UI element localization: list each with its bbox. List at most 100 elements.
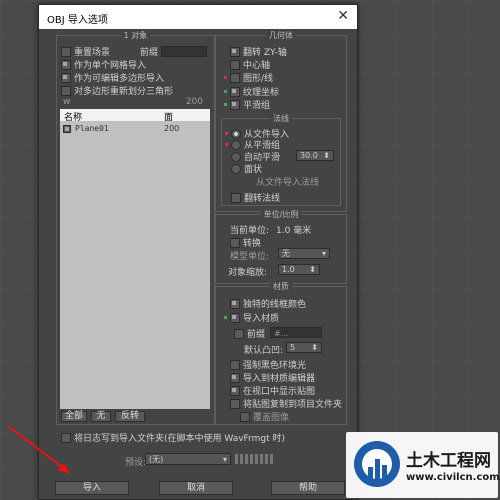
preset-label: 预设: — [125, 458, 147, 468]
import-normals-note: 从文件导入法线 — [256, 178, 320, 188]
copy-maps-box[interactable] — [230, 398, 240, 409]
copy-maps-checkbox[interactable]: 将贴图复制到项目文件夹 — [230, 397, 342, 410]
auto-smooth-spinner[interactable]: 30.0 ⬍ — [296, 150, 334, 161]
texture-coords-box[interactable] — [230, 86, 240, 97]
select-invert-button[interactable]: 反转 — [115, 411, 145, 422]
show-maps-viewport-checkbox[interactable]: 在视口中显示贴图 — [230, 384, 315, 397]
green-indicator — [224, 103, 227, 106]
force-black-ambient-label: 强制黑色环境光 — [243, 361, 307, 371]
flip-zy-box[interactable] — [230, 46, 240, 57]
import-materials-label: 导入材质 — [243, 314, 280, 324]
faceted-label: 面状 — [244, 165, 263, 175]
flip-normals-checkbox[interactable]: 翻转法线 — [231, 191, 280, 204]
retriangulate-checkbox[interactable]: 对多边形重新划分三角形 — [61, 84, 173, 97]
overwrite-images-box[interactable] — [240, 411, 250, 422]
col-faces-header[interactable]: 面 — [164, 110, 173, 123]
smooth-groups-checkbox[interactable]: 平滑组 — [224, 98, 270, 111]
row-name: Plane01 — [75, 124, 109, 133]
material-prefix-checkbox[interactable]: 前缀 — [234, 327, 265, 340]
single-mesh-box[interactable] — [61, 59, 71, 70]
logo-bar — [368, 467, 373, 481]
overwrite-images-checkbox[interactable]: 覆盖图像 — [240, 410, 289, 423]
spinner-arrows-icon[interactable]: ⬍ — [309, 265, 316, 274]
title-bar[interactable]: OBJ 导入选项 ✕ — [39, 5, 357, 29]
import-into-editor-checkbox[interactable]: 导入到材质编辑器 — [230, 371, 315, 384]
red-arrow-annotation — [7, 425, 70, 474]
reset-scene-checkbox[interactable]: 重置场景 — [61, 45, 110, 58]
editable-poly-box[interactable] — [61, 72, 71, 83]
watermark-url: www.civilcn.com — [406, 472, 500, 483]
normals-faceted-radio[interactable]: 面状 — [231, 162, 262, 175]
smooth-groups-box[interactable] — [230, 99, 240, 110]
center-pivots-box[interactable] — [230, 59, 240, 70]
material-prefix-label: 前缀 — [247, 330, 266, 340]
texture-coords-checkbox[interactable]: 纹理坐标 — [224, 85, 279, 98]
logo-icon — [354, 441, 400, 487]
import-materials-box[interactable] — [230, 312, 240, 323]
force-black-ambient-checkbox[interactable]: 强制黑色环境光 — [230, 358, 306, 371]
object-scale-spinner[interactable]: 1.0 ⬍ — [278, 264, 320, 275]
flip-zy-checkbox[interactable]: 翻转 ZY-轴 — [230, 45, 287, 58]
chevron-down-icon: ▾ — [222, 454, 227, 464]
prefix-input[interactable] — [161, 46, 208, 57]
object-scale-value: 1.0 — [282, 265, 295, 274]
default-bump-label: 默认凸凹: — [244, 346, 284, 356]
show-maps-viewport-box[interactable] — [230, 385, 240, 396]
units-group-legend: 单位/比例 — [260, 210, 302, 219]
import-materials-checkbox[interactable]: 导入材质 — [224, 311, 279, 324]
shapes-lines-label: 图形/线 — [243, 74, 274, 84]
shapes-lines-checkbox[interactable]: 图形/线 — [224, 71, 273, 84]
faces-count: 200 — [185, 97, 203, 107]
from-smooth-radio-dot[interactable] — [231, 139, 241, 150]
editable-poly-label: 作为可编辑多边形导入 — [74, 74, 165, 84]
force-black-ambient-box[interactable] — [230, 359, 240, 370]
close-icon[interactable]: ✕ — [337, 8, 349, 24]
table-row[interactable]: Plane01 200 — [60, 123, 210, 135]
shapes-lines-box[interactable] — [230, 72, 240, 83]
unique-wire-color-checkbox[interactable]: 独特的线框颜色 — [230, 297, 306, 310]
flip-zy-label: 翻转 ZY-轴 — [243, 48, 287, 58]
texture-coords-label: 纹理坐标 — [243, 88, 280, 98]
spinner-arrows-icon[interactable]: ⬍ — [311, 343, 318, 352]
auto-smooth-radio-dot[interactable] — [231, 151, 241, 162]
watermark-brand: 土木工程网 — [406, 451, 491, 471]
flip-normals-box[interactable] — [231, 192, 241, 203]
import-into-editor-box[interactable] — [230, 372, 240, 383]
convert-checkbox[interactable]: 转换 — [230, 236, 261, 249]
normals-group: 法线 从文件导入 从平滑组 自动平滑 30.0 ⬍ 面状 从文件导入法线 翻转法线 — [221, 114, 341, 206]
spinner-arrows-icon[interactable]: ⬍ — [323, 151, 330, 160]
help-button[interactable]: 帮助 — [271, 481, 345, 495]
center-pivots-checkbox[interactable]: 中心轴 — [230, 58, 270, 71]
show-maps-viewport-label: 在视口中显示贴图 — [243, 387, 316, 397]
import-into-editor-label: 导入到材质编辑器 — [243, 374, 316, 384]
watermark: 土木工程网 www.civilcn.com — [346, 432, 500, 498]
select-none-button[interactable]: 无 — [91, 411, 111, 422]
geometry-group: 几何体 翻转 ZY-轴 中心轴 图形/线 纹理坐标 平滑组 法线 从文件导入 从… — [215, 31, 347, 212]
model-units-dropdown[interactable]: 无 ▾ — [278, 248, 330, 259]
editable-poly-checkbox[interactable]: 作为可编辑多边形导入 — [61, 71, 164, 84]
retriangulate-box[interactable] — [61, 85, 71, 96]
unique-wire-color-box[interactable] — [230, 298, 240, 309]
convert-box[interactable] — [230, 237, 240, 248]
write-log-checkbox[interactable]: 将日志写到导入文件夹(在脚本中使用 WavFrmgt 时) — [61, 431, 285, 444]
cancel-button[interactable]: 取消 — [159, 481, 233, 495]
object-table[interactable]: 名称 面 Plane01 200 — [60, 109, 210, 409]
auto-smooth-value: 30.0 — [300, 151, 318, 160]
reset-scene-box[interactable] — [61, 46, 71, 57]
from-file-radio-dot[interactable] — [231, 128, 241, 139]
prefix-row: 前缀 — [140, 45, 208, 58]
single-mesh-checkbox[interactable]: 作为单个网格导入 — [61, 58, 146, 71]
red-indicator — [224, 76, 227, 79]
preset-dropdown[interactable]: (无) ▾ — [145, 453, 231, 465]
row-faces: 200 — [164, 124, 180, 133]
model-units-label: 模型单位: — [230, 252, 270, 262]
col-name-header[interactable]: 名称 — [64, 110, 82, 123]
faceted-radio-dot[interactable] — [231, 163, 241, 174]
import-button[interactable]: 导入 — [55, 481, 129, 495]
material-prefix-box[interactable] — [234, 328, 244, 339]
write-log-label: 将日志写到导入文件夹(在脚本中使用 WavFrmgt 时) — [74, 434, 285, 444]
material-prefix-input[interactable]: #... — [270, 327, 322, 338]
default-bump-spinner[interactable]: 5 ⬍ — [286, 342, 322, 353]
preset-icons[interactable] — [235, 454, 275, 464]
row-checkbox[interactable] — [63, 125, 71, 133]
